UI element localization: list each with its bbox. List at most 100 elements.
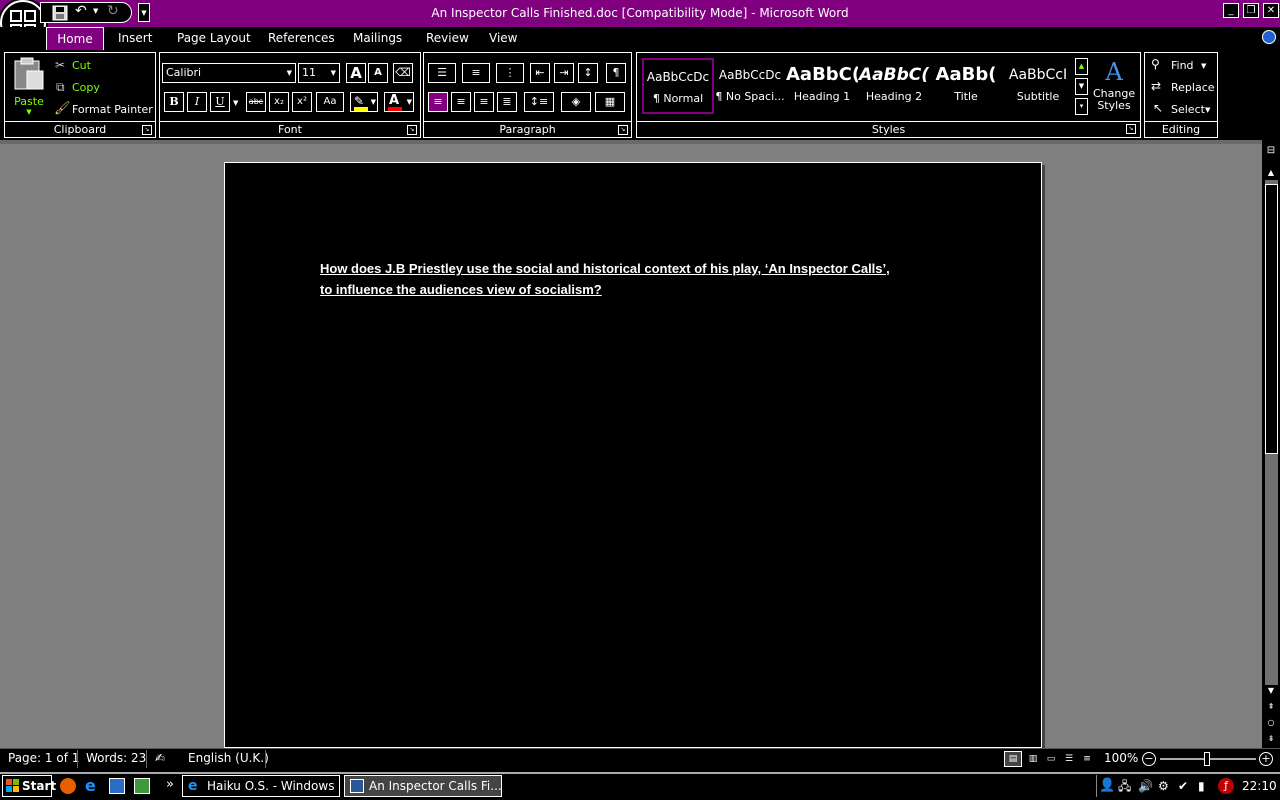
redo-icon[interactable]: ↻: [107, 3, 119, 19]
highlight-button[interactable]: ✎ ▼: [350, 92, 378, 112]
zoom-out-icon[interactable]: −: [1142, 752, 1156, 766]
select-dropdown-icon[interactable]: ▼: [1205, 106, 1210, 114]
outline-view-icon[interactable]: ☰: [1060, 751, 1078, 767]
change-styles-button[interactable]: A Change Styles: [1093, 56, 1135, 118]
bullets-button[interactable]: ☰: [428, 63, 456, 83]
sort-button[interactable]: ↕: [578, 63, 598, 83]
underline-dropdown-icon[interactable]: ▼: [233, 99, 238, 107]
scroll-thumb[interactable]: [1265, 184, 1278, 454]
paste-button[interactable]: Paste ▼: [11, 57, 47, 116]
shrink-font-button[interactable]: A: [368, 63, 388, 83]
font-color-button[interactable]: A ▼: [384, 92, 414, 112]
select-button[interactable]: Select: [1171, 103, 1205, 116]
tab-page-layout[interactable]: Page Layout: [177, 27, 251, 50]
change-case-button[interactable]: Aa: [316, 92, 344, 112]
volume-icon[interactable]: 🔊: [1138, 778, 1154, 794]
quick-launch-overflow[interactable]: »: [166, 774, 174, 796]
clear-formatting-icon[interactable]: ⌫: [393, 63, 413, 83]
clipboard-launcher-icon[interactable]: ↘: [142, 125, 152, 135]
style-normal[interactable]: AaBbCcDc ¶ Normal: [642, 58, 714, 114]
bold-button[interactable]: B: [164, 92, 184, 112]
style-heading-2[interactable]: AaBbC( Heading 2: [858, 58, 930, 114]
show-formatting-button[interactable]: ¶: [606, 63, 626, 83]
find-dropdown-icon[interactable]: ▼: [1201, 62, 1206, 70]
help-icon[interactable]: [1262, 30, 1276, 44]
save-icon[interactable]: [52, 5, 68, 21]
outlook-icon[interactable]: [109, 778, 125, 794]
page-count[interactable]: Page: 1 of 1: [8, 748, 79, 770]
proofing-icon[interactable]: ✍: [155, 748, 165, 770]
minimize-button[interactable]: _: [1223, 3, 1239, 18]
desktop-icon[interactable]: [134, 778, 150, 794]
safely-remove-icon[interactable]: ⚙: [1158, 778, 1174, 794]
increase-indent-button[interactable]: ⇥: [554, 63, 574, 83]
justify-button[interactable]: ≣: [497, 92, 517, 112]
web-layout-icon[interactable]: ▭: [1042, 751, 1060, 767]
shading-button[interactable]: ◈: [561, 92, 591, 112]
underline-button[interactable]: U: [210, 92, 230, 112]
styles-launcher-icon[interactable]: ↘: [1126, 124, 1136, 134]
line-spacing-button[interactable]: ↕≡: [524, 92, 554, 112]
undo-icon[interactable]: ↶: [75, 3, 87, 19]
style-title[interactable]: AaBb( Title: [930, 58, 1002, 114]
align-center-button[interactable]: ≡: [451, 92, 471, 112]
clock[interactable]: 22:10: [1242, 775, 1277, 797]
tab-insert[interactable]: Insert: [118, 27, 152, 50]
view-ruler-icon[interactable]: ⊟: [1264, 144, 1278, 157]
styles-scroll-down-icon[interactable]: ▼: [1075, 78, 1088, 95]
battery-icon[interactable]: ▮: [1198, 778, 1214, 794]
strikethrough-button[interactable]: abc: [246, 92, 266, 112]
cut-button[interactable]: Cut: [72, 59, 91, 72]
font-size-select[interactable]: 11 ▼: [298, 63, 340, 83]
copy-button[interactable]: Copy: [72, 81, 100, 94]
zoom-slider-thumb[interactable]: [1204, 752, 1210, 766]
tab-view[interactable]: View: [489, 27, 517, 50]
start-button[interactable]: Start: [2, 775, 56, 797]
flash-icon[interactable]: ƒ: [1218, 778, 1234, 794]
tab-home[interactable]: Home: [46, 27, 104, 50]
replace-button[interactable]: Replace: [1171, 81, 1215, 94]
style-no-spacing[interactable]: AaBbCcDc ¶ No Spaci...: [714, 58, 786, 114]
print-layout-view-icon[interactable]: ▤: [1004, 751, 1022, 767]
document-page[interactable]: [224, 162, 1042, 748]
tab-review[interactable]: Review: [426, 27, 469, 50]
paragraph-launcher-icon[interactable]: ↘: [618, 125, 628, 135]
language-indicator[interactable]: English (U.K.): [188, 748, 269, 770]
document-heading[interactable]: How does J.B Priestley use the social an…: [320, 258, 900, 300]
font-family-select[interactable]: Calibri ▼: [162, 63, 296, 83]
zoom-in-icon[interactable]: +: [1259, 752, 1273, 766]
align-left-button[interactable]: ≡: [428, 92, 448, 112]
full-screen-reading-icon[interactable]: ▥: [1024, 751, 1042, 767]
superscript-button[interactable]: x²: [292, 92, 312, 112]
internet-explorer-icon[interactable]: e: [85, 778, 101, 794]
firefox-icon[interactable]: [60, 778, 76, 794]
numbering-button[interactable]: ≡: [462, 63, 490, 83]
align-right-button[interactable]: ≡: [474, 92, 494, 112]
network-icon[interactable]: 🖧: [1118, 778, 1134, 794]
subscript-button[interactable]: x₂: [269, 92, 289, 112]
italic-button[interactable]: I: [187, 92, 207, 112]
borders-button[interactable]: ▦: [595, 92, 625, 112]
tab-mailings[interactable]: Mailings: [353, 27, 402, 50]
taskbar-item-word[interactable]: An Inspector Calls Fi...: [344, 775, 502, 797]
previous-page-icon[interactable]: ⇞: [1264, 700, 1278, 713]
tab-references[interactable]: References: [268, 27, 335, 50]
zoom-level[interactable]: 100%: [1104, 748, 1138, 770]
word-count[interactable]: Words: 23: [86, 748, 146, 770]
browse-object-icon[interactable]: ○: [1264, 716, 1278, 729]
styles-scroll-up-icon[interactable]: ▲: [1075, 58, 1088, 75]
styles-more-icon[interactable]: ▾: [1075, 98, 1088, 115]
multilevel-list-button[interactable]: ⋮: [496, 63, 524, 83]
font-launcher-icon[interactable]: ↘: [407, 125, 417, 135]
format-painter-button[interactable]: Format Painter: [72, 103, 153, 116]
style-subtitle[interactable]: AaBbCcI Subtitle: [1002, 58, 1074, 114]
find-button[interactable]: Find: [1171, 59, 1194, 72]
scroll-up-icon[interactable]: ▲: [1264, 166, 1278, 179]
antivirus-icon[interactable]: ✔: [1178, 778, 1194, 794]
undo-dropdown-icon[interactable]: ▼: [93, 7, 98, 15]
taskbar-item-ie[interactable]: e Haiku O.S. - Windows Int...: [182, 775, 340, 797]
next-page-icon[interactable]: ⇟: [1264, 732, 1278, 745]
grow-font-button[interactable]: A: [346, 63, 366, 83]
draft-view-icon[interactable]: ≡: [1078, 751, 1096, 767]
customize-qat-button[interactable]: ▼: [138, 3, 150, 22]
